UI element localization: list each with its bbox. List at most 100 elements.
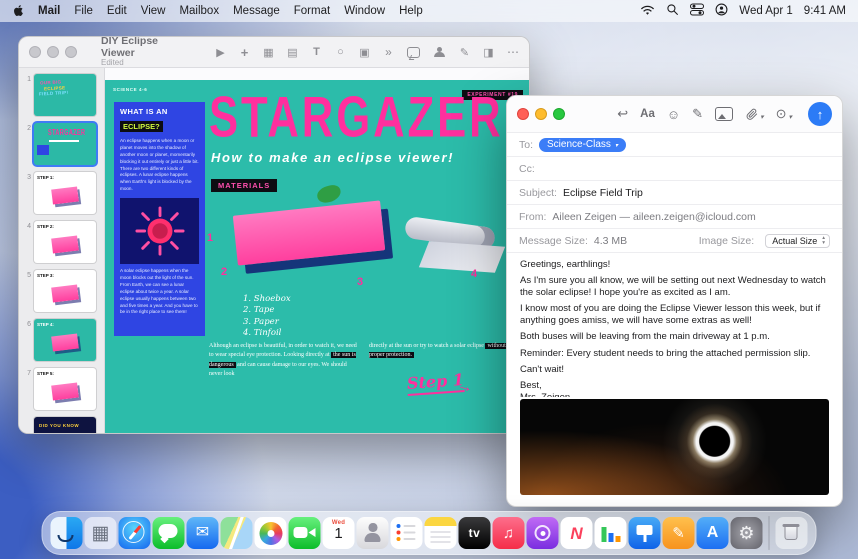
keynote-dock-icon[interactable] <box>629 517 661 549</box>
add-page-button[interactable] <box>239 45 250 60</box>
comment-button[interactable] <box>407 47 420 58</box>
music-dock-icon[interactable] <box>493 517 525 549</box>
format-text-icon[interactable] <box>640 108 655 120</box>
control-center-icon[interactable] <box>690 3 704 19</box>
photo-browser-icon[interactable] <box>715 107 733 121</box>
system-settings-dock-icon[interactable] <box>731 517 763 549</box>
from-value: Aileen Zeigen — aileen.zeigen@icloud.com <box>552 211 755 223</box>
media-button[interactable] <box>359 46 370 59</box>
search-icon[interactable] <box>666 3 679 19</box>
tv-dock-icon[interactable] <box>459 517 491 549</box>
menu-window[interactable]: Window <box>344 5 385 17</box>
minimize-button[interactable] <box>47 46 59 58</box>
thumbnail-step-5[interactable]: STEP 5: <box>34 368 96 410</box>
to-field[interactable]: To: Science-Class <box>507 133 842 157</box>
text-button[interactable] <box>311 46 322 58</box>
close-button[interactable] <box>517 108 529 120</box>
more-button[interactable] <box>507 45 519 59</box>
menu-format[interactable]: Format <box>294 5 330 17</box>
user-menu-icon[interactable] <box>715 3 728 19</box>
page-thumbnail-2[interactable]: 2 STARGAZER <box>21 123 100 165</box>
table-button[interactable] <box>263 46 274 59</box>
shape-button[interactable] <box>335 46 346 58</box>
page-thumbnail-8[interactable]: DID YOU KNOW <box>21 417 100 433</box>
recipient-token[interactable]: Science-Class <box>539 138 626 152</box>
menu-mailbox[interactable]: Mailbox <box>179 5 219 17</box>
calendar-dock-icon[interactable]: Wed 1 <box>323 517 355 549</box>
play-button[interactable] <box>215 46 226 59</box>
shoebox-illustration <box>233 200 385 265</box>
menu-file[interactable]: File <box>74 5 93 17</box>
attach-icon[interactable] <box>745 107 764 122</box>
eclipse-attachment-image[interactable] <box>520 399 829 495</box>
maps-dock-icon[interactable] <box>221 517 253 549</box>
thumbnail-did-you-know[interactable]: DID YOU KNOW <box>34 417 96 433</box>
undo-icon[interactable] <box>617 106 628 122</box>
glove-illustration <box>315 183 342 205</box>
emoji-icon[interactable] <box>667 107 680 122</box>
thumbnail-number: 4 <box>21 221 31 230</box>
document-canvas[interactable]: SCIENCE 4-6 EXPERIMENT #19 STARGAZER How… <box>105 68 529 433</box>
trash-dock-icon[interactable] <box>776 517 808 549</box>
thumbnail-cover[interactable]: OUR BIG ECLIPSE FIELD TRIP! <box>34 74 96 116</box>
organize-button[interactable] <box>483 46 494 59</box>
menu-edit[interactable]: Edit <box>107 5 127 17</box>
page-thumbnail-7[interactable]: 7 STEP 5: <box>21 368 100 410</box>
page-thumbnail-6[interactable]: 6 STEP 4: <box>21 319 100 361</box>
doc-footer-text: Although an eclipse is beautiful, in ord… <box>209 342 511 379</box>
wifi-icon[interactable] <box>640 4 655 19</box>
menu-mail[interactable]: Mail <box>38 5 60 17</box>
image-size-select[interactable]: Actual Size <box>765 234 830 248</box>
collaborate-button[interactable] <box>433 47 446 58</box>
chevron-down-icon <box>760 107 764 122</box>
notes-dock-icon[interactable] <box>425 517 457 549</box>
chart-button[interactable] <box>287 46 298 59</box>
zoom-button[interactable] <box>65 46 77 58</box>
launchpad-dock-icon[interactable] <box>85 517 117 549</box>
reminders-dock-icon[interactable] <box>391 517 423 549</box>
contacts-dock-icon[interactable] <box>357 517 389 549</box>
finder-dock-icon[interactable] <box>51 517 83 549</box>
from-field[interactable]: From: Aileen Zeigen — aileen.zeigen@iclo… <box>507 205 842 229</box>
mail-dock-icon[interactable] <box>187 517 219 549</box>
insert-menu-icon[interactable] <box>776 106 792 122</box>
page-thumbnail-5[interactable]: 5 STEP 3: <box>21 270 100 312</box>
markup-icon[interactable] <box>692 106 703 122</box>
photos-dock-icon[interactable] <box>255 517 287 549</box>
sun-illustration <box>120 198 199 264</box>
minimize-button[interactable] <box>535 108 547 120</box>
zoom-button[interactable] <box>553 108 565 120</box>
pages-dock-icon[interactable] <box>663 517 695 549</box>
podcasts-dock-icon[interactable] <box>527 517 559 549</box>
menubar-clock[interactable]: 9:41 AM <box>804 5 846 17</box>
subject-field[interactable]: Subject: Eclipse Field Trip <box>507 181 842 205</box>
menu-message[interactable]: Message <box>233 5 280 17</box>
materials-list: 1. Shoebox 2. Tape 3. Paper 4. Tinfoil <box>243 294 291 340</box>
send-button[interactable] <box>808 102 832 126</box>
thumbnail-stargazer-selected[interactable]: STARGAZER <box>34 123 96 165</box>
dock: Wed 1 <box>42 511 817 555</box>
apple-menu-icon[interactable] <box>12 4 24 18</box>
facetime-dock-icon[interactable] <box>289 517 321 549</box>
message-body[interactable]: Greetings, earthlings! As I'm sure you a… <box>507 253 842 397</box>
thumbnail-step-4[interactable]: STEP 4: <box>34 319 96 361</box>
news-dock-icon[interactable] <box>561 517 593 549</box>
numbers-dock-icon[interactable] <box>595 517 627 549</box>
page-thumbnail-4[interactable]: 4 STEP 2: <box>21 221 100 263</box>
app-store-dock-icon[interactable] <box>697 517 729 549</box>
page-thumbnail-3[interactable]: 3 STEP 1: <box>21 172 100 214</box>
page-thumbnail-1[interactable]: 1 OUR BIG ECLIPSE FIELD TRIP! <box>21 74 100 116</box>
menu-help[interactable]: Help <box>399 5 423 17</box>
close-button[interactable] <box>29 46 41 58</box>
thumbnail-step-2[interactable]: STEP 2: <box>34 221 96 263</box>
menubar-date[interactable]: Wed Apr 1 <box>739 5 793 17</box>
safari-dock-icon[interactable] <box>119 517 151 549</box>
doc-kicker: SCIENCE 4-6 <box>113 87 147 92</box>
thumbnail-step-1[interactable]: STEP 1: <box>34 172 96 214</box>
format-button[interactable] <box>459 46 470 59</box>
toolbar-overflow-icon[interactable] <box>383 45 394 59</box>
cc-field[interactable]: Cc: <box>507 157 842 181</box>
messages-dock-icon[interactable] <box>153 517 185 549</box>
menu-view[interactable]: View <box>141 5 166 17</box>
thumbnail-step-3[interactable]: STEP 3: <box>34 270 96 312</box>
